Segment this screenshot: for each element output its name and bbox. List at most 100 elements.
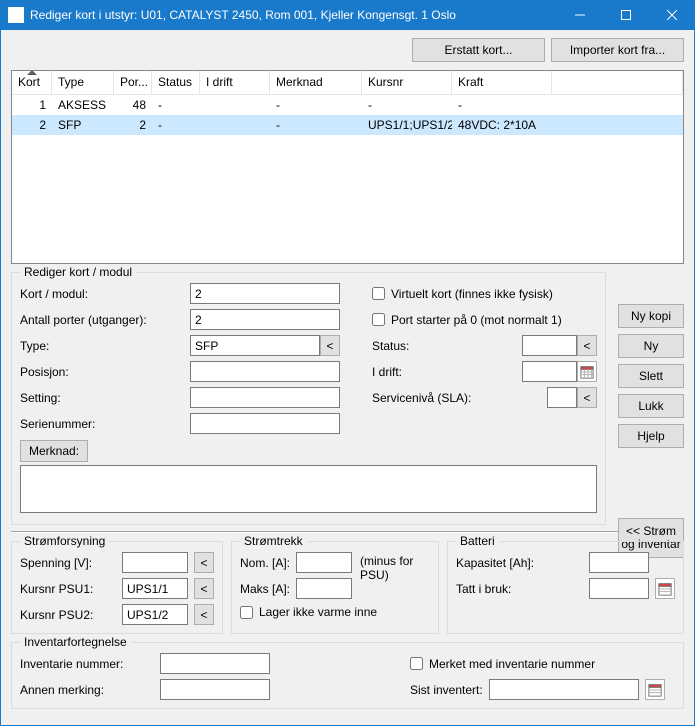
input-psu2[interactable]: [122, 604, 188, 625]
cell-port: 48: [114, 96, 152, 114]
label-kortmodul: Kort / modul:: [20, 287, 190, 301]
col-header-status[interactable]: Status: [152, 71, 200, 94]
merknad-textarea[interactable]: [20, 465, 597, 513]
label-serviceniva: Servicenivå (SLA):: [372, 391, 522, 405]
label-kapasitet: Kapasitet [Ah]:: [456, 556, 583, 570]
cell-kort: 1: [12, 96, 52, 114]
table-row[interactable]: 1AKSESS48----: [12, 95, 683, 115]
separator: [11, 531, 684, 533]
label-antallporter: Antall porter (utganger):: [20, 313, 190, 327]
label-psu2: Kursnr PSU2:: [20, 608, 116, 622]
table-row[interactable]: 2SFP2--UPS1/1;UPS1/248VDC: 2*10A: [12, 115, 683, 135]
app-icon: [8, 7, 24, 23]
table-header: Kort Type Por... Status I drift Merknad …: [12, 71, 683, 95]
input-posisjon[interactable]: [190, 361, 340, 382]
merknad-button[interactable]: Merknad:: [20, 440, 88, 462]
inventory-group: Inventarfortegnelse Inventarie nummer: M…: [11, 642, 684, 709]
col-header-kursnr[interactable]: Kursnr: [362, 71, 452, 94]
lookup-status-button[interactable]: <: [577, 335, 597, 356]
col-header-kort[interactable]: Kort: [12, 71, 52, 94]
cell-merknad: -: [270, 116, 362, 134]
calendar-tatt-button[interactable]: [655, 578, 675, 599]
minimize-button[interactable]: [557, 0, 603, 30]
label-serienummer: Serienummer:: [20, 417, 190, 431]
checkbox-virtuelt[interactable]: [372, 287, 385, 300]
label-posisjon: Posisjon:: [20, 365, 190, 379]
label-merket: Merket med inventarie nummer: [429, 657, 595, 671]
checkbox-lagerikke[interactable]: [240, 606, 253, 619]
cell-type: SFP: [52, 116, 114, 134]
lookup-psu2-button[interactable]: <: [194, 604, 214, 625]
draw-group: Strømtrekk Nom. [A]: Maks [A]: (minus fo…: [231, 541, 439, 634]
cell-status: -: [152, 96, 200, 114]
label-tatt: Tatt i bruk:: [456, 582, 583, 596]
input-type[interactable]: [190, 335, 320, 356]
cell-kursnr: UPS1/1;UPS1/2: [362, 116, 452, 134]
cell-idrift: [200, 123, 270, 127]
input-serienummer[interactable]: [190, 413, 340, 434]
label-virtuelt: Virtuelt kort (finnes ikke fysisk): [391, 287, 553, 301]
input-serviceniva[interactable]: [547, 387, 577, 408]
input-antallporter[interactable]: [190, 309, 340, 330]
col-header-type[interactable]: Type: [52, 71, 114, 94]
cell-kraft: 48VDC: 2*10A: [452, 116, 552, 134]
label-psu1: Kursnr PSU1:: [20, 582, 116, 596]
input-setting[interactable]: [190, 387, 340, 408]
cell-port: 2: [114, 116, 152, 134]
kort-table[interactable]: Kort Type Por... Status I drift Merknad …: [11, 70, 684, 264]
lookup-psu1-button[interactable]: <: [194, 578, 214, 599]
label-lagerikke: Lager ikke varme inne: [259, 605, 377, 619]
lookup-spenning-button[interactable]: <: [194, 552, 214, 573]
input-kapasitet[interactable]: [589, 552, 649, 573]
input-idrift[interactable]: [522, 361, 577, 382]
label-type: Type:: [20, 339, 190, 353]
lukk-button[interactable]: Lukk: [618, 394, 684, 418]
input-annen[interactable]: [160, 679, 270, 700]
power-legend: Strømforsyning: [20, 534, 109, 548]
col-header-merknad[interactable]: Merknad: [270, 71, 362, 94]
calendar-idrift-button[interactable]: [577, 361, 597, 382]
input-psu1[interactable]: [122, 578, 188, 599]
power-group: Strømforsyning Spenning [V]: < Kursnr PS…: [11, 541, 223, 634]
slett-button[interactable]: Slett: [618, 364, 684, 388]
input-sist[interactable]: [489, 679, 639, 700]
calendar-sist-button[interactable]: [645, 679, 665, 700]
cell-kort: 2: [12, 116, 52, 134]
col-header-port[interactable]: Por...: [114, 71, 152, 94]
close-button[interactable]: [649, 0, 695, 30]
lookup-serviceniva-button[interactable]: <: [577, 387, 597, 408]
window-title: Rediger kort i utstyr: U01, CATALYST 245…: [30, 8, 557, 22]
input-status[interactable]: [522, 335, 577, 356]
nykopi-button[interactable]: Ny kopi: [618, 304, 684, 328]
cell-idrift: [200, 103, 270, 107]
maximize-button[interactable]: [603, 0, 649, 30]
label-idrift: I drift:: [372, 365, 522, 379]
draw-legend: Strømtrekk: [240, 534, 307, 548]
label-portstarter: Port starter på 0 (mot normalt 1): [391, 313, 562, 327]
battery-legend: Batteri: [456, 534, 499, 548]
input-tatt[interactable]: [589, 578, 649, 599]
label-minus-psu: (minus for PSU): [360, 552, 430, 599]
inventory-legend: Inventarfortegnelse: [20, 635, 131, 649]
erstatt-kort-button[interactable]: Erstatt kort...: [412, 38, 545, 62]
edit-legend: Rediger kort / modul: [20, 265, 136, 279]
hjelp-button[interactable]: Hjelp: [618, 424, 684, 448]
label-maks: Maks [A]:: [240, 582, 290, 596]
ny-button[interactable]: Ny: [618, 334, 684, 358]
importer-kort-button[interactable]: Importer kort fra...: [551, 38, 684, 62]
label-annen: Annen merking:: [20, 683, 150, 697]
input-kortmodul[interactable]: [190, 283, 340, 304]
input-inv-nummer[interactable]: [160, 653, 270, 674]
label-setting: Setting:: [20, 391, 190, 405]
input-maks[interactable]: [296, 578, 352, 599]
col-header-kraft[interactable]: Kraft: [452, 71, 552, 94]
input-spenning[interactable]: [122, 552, 188, 573]
checkbox-merket[interactable]: [410, 657, 423, 670]
checkbox-portstarter[interactable]: [372, 313, 385, 326]
cell-merknad: -: [270, 96, 362, 114]
lookup-type-button[interactable]: <: [320, 335, 340, 356]
edit-group: Rediger kort / modul Kort / modul: Virtu…: [11, 272, 606, 525]
input-nom[interactable]: [296, 552, 352, 573]
label-inv-nummer: Inventarie nummer:: [20, 657, 150, 671]
col-header-idrift[interactable]: I drift: [200, 71, 270, 94]
